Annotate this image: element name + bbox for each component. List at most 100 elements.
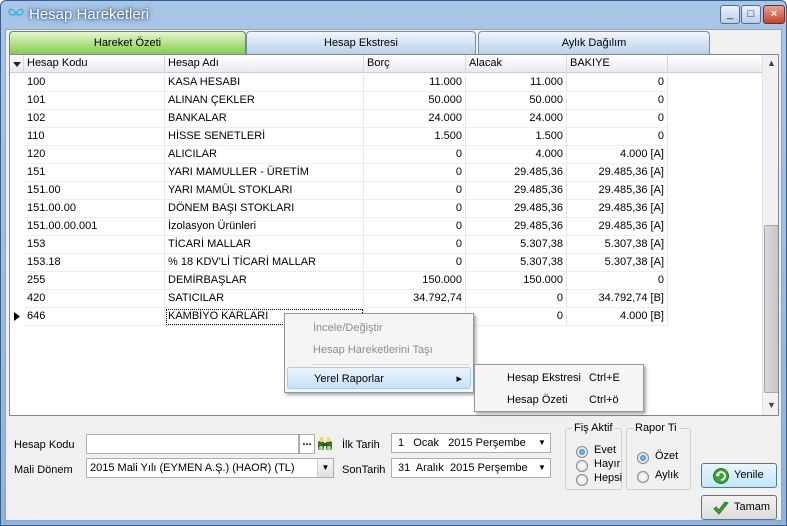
column-header-alacak[interactable]: Alacak (466, 55, 567, 73)
cell-alacak[interactable]: 29.485,36 (466, 164, 567, 182)
cell-borc[interactable]: 0 (364, 182, 466, 200)
cell-alacak[interactable]: 4.000 (466, 146, 567, 164)
cell-borc[interactable]: 0 (364, 254, 466, 272)
cell-hesap-adi[interactable]: YARI MAMÜL STOKLARI (165, 182, 364, 200)
cell-hesap-kodu[interactable]: 101 (24, 92, 165, 110)
cell-hesap-kodu[interactable]: 420 (24, 290, 165, 308)
table-row[interactable]: 153 TİCARİ MALLAR 0 5.307,38 5.307,38 [A] (10, 236, 668, 254)
titlebar[interactable]: Hesap Hareketleri _ □ × (1, 1, 786, 29)
chevron-down-icon[interactable]: ▼ (534, 434, 550, 452)
cell-bakiye[interactable]: 29.485,36 [A] (567, 200, 668, 218)
cell-hesap-adi[interactable]: YARI MAMULLER - ÜRETİM (165, 164, 364, 182)
cell-alacak[interactable]: 0 (466, 308, 567, 326)
cell-hesap-adi[interactable]: HİSSE SENETLERİ (165, 128, 364, 146)
cell-borc[interactable]: 0 (364, 200, 466, 218)
cell-bakiye[interactable]: 5.307,38 [A] (567, 254, 668, 272)
cell-hesap-adi[interactable]: SATICILAR (165, 290, 364, 308)
radio-hepsi[interactable] (576, 474, 588, 486)
cell-bakiye[interactable]: 4.000 [A] (567, 146, 668, 164)
column-header-bakiye[interactable]: BAKIYE (567, 55, 668, 73)
cell-hesap-adi[interactable]: DÖNEM BAŞI STOKLARI (165, 200, 364, 218)
cell-borc[interactable]: 150.000 (364, 272, 466, 290)
scroll-up-arrow-icon[interactable]: ▲ (763, 55, 778, 72)
radio-hayir[interactable] (576, 460, 588, 472)
cell-alacak[interactable]: 50.000 (466, 92, 567, 110)
radio-evet[interactable] (576, 446, 588, 458)
menu-item-yerel-raporlar[interactable]: Yerel Raporlar ▸ (287, 367, 471, 389)
vertical-scrollbar[interactable]: ▲ ▼ (762, 55, 778, 415)
cell-bakiye[interactable]: 4.000 [B] (567, 308, 668, 326)
menu-item-hesap-ekstresi[interactable]: Hesap Ekstresi Ctrl+E (477, 367, 641, 389)
cell-alacak[interactable]: 5.307,38 (466, 236, 567, 254)
table-row[interactable]: 110 HİSSE SENETLERİ 1.500 1.500 0 (10, 128, 668, 146)
table-row[interactable]: 255 DEMİRBAŞLAR 150.000 150.000 0 (10, 272, 668, 290)
binoculars-icon[interactable] (316, 435, 334, 453)
table-row[interactable]: 151.00.00 DÖNEM BAŞI STOKLARI 0 29.485,36 29… (10, 200, 668, 218)
cell-alacak[interactable]: 1.500 (466, 128, 567, 146)
mali-donem-select[interactable]: 2015 Mali Yılı (EYMEN A.Ş.) (HAOR) (TL) … (86, 458, 334, 478)
cell-hesap-kodu[interactable]: 151.00 (24, 182, 165, 200)
cell-hesap-kodu[interactable]: 110 (24, 128, 165, 146)
tab-hareket-ozeti[interactable]: Hareket Özeti (9, 31, 246, 54)
cell-hesap-kodu[interactable]: 151.00.00 (24, 200, 165, 218)
cell-hesap-kodu[interactable]: 151 (24, 164, 165, 182)
column-header-hesap-adi[interactable]: Hesap Adı (165, 55, 364, 73)
cell-hesap-kodu[interactable]: 120 (24, 146, 165, 164)
cell-bakiye[interactable]: 34.792,74 [B] (567, 290, 668, 308)
cell-bakiye[interactable]: 29.485,36 [A] (567, 182, 668, 200)
cell-borc[interactable]: 11.000 (364, 74, 466, 92)
cell-hesap-adi[interactable]: BANKALAR (165, 110, 364, 128)
table-row[interactable]: 151.00.00.001 İzolasyon Ürünleri 0 29.485,3… (10, 218, 668, 236)
column-chooser[interactable] (10, 55, 24, 73)
table-row[interactable]: 420 SATICILAR 34.792,74 0 34.792,74 [B] (10, 290, 668, 308)
cell-bakiye[interactable]: 0 (567, 272, 668, 290)
column-header-hesap-kodu[interactable]: Hesap Kodu (24, 55, 165, 73)
close-button[interactable]: × (763, 5, 785, 24)
radio-aylik[interactable] (637, 471, 649, 483)
cell-borc[interactable]: 0 (364, 236, 466, 254)
cell-hesap-adi[interactable]: % 18 KDV'Lİ TİCARİ MALLAR (165, 254, 364, 272)
cell-hesap-kodu[interactable]: 646 (24, 308, 165, 326)
table-row[interactable]: 100 KASA HESABI 11.000 11.000 0 (10, 74, 668, 92)
radio-ozet[interactable] (637, 452, 649, 464)
cell-borc[interactable]: 0 (364, 218, 466, 236)
cell-borc[interactable]: 24.000 (364, 110, 466, 128)
cell-hesap-adi[interactable]: ALICILAR (165, 146, 364, 164)
tab-aylik-dagilim[interactable]: Aylık Dağılım (478, 31, 710, 54)
cell-alacak[interactable]: 5.307,38 (466, 254, 567, 272)
chevron-down-icon[interactable]: ▼ (534, 459, 550, 477)
tab-hesap-ekstresi[interactable]: Hesap Ekstresi (246, 31, 476, 54)
table-row[interactable]: 151 YARI MAMULLER - ÜRETİM 0 29.485,36 29.48… (10, 164, 668, 182)
cell-alacak[interactable]: 11.000 (466, 74, 567, 92)
cell-bakiye[interactable]: 29.485,36 [A] (567, 164, 668, 182)
cell-alacak[interactable]: 29.485,36 (466, 218, 567, 236)
cell-borc[interactable]: 34.792,74 (364, 290, 466, 308)
cell-borc[interactable]: 0 (364, 146, 466, 164)
cell-hesap-kodu[interactable]: 151.00.00.001 (24, 218, 165, 236)
column-header-borc[interactable]: Borç (364, 55, 466, 73)
cell-alacak[interactable]: 29.485,36 (466, 182, 567, 200)
cell-hesap-adi[interactable]: DEMİRBAŞLAR (165, 272, 364, 290)
cell-bakiye[interactable]: 0 (567, 74, 668, 92)
cell-hesap-adi[interactable]: TİCARİ MALLAR (165, 236, 364, 254)
cell-hesap-kodu[interactable]: 255 (24, 272, 165, 290)
tamam-button[interactable]: Tamam (701, 495, 777, 520)
cell-borc[interactable]: 50.000 (364, 92, 466, 110)
menu-item-incele-degistir[interactable]: İncele/Değiştir (287, 317, 471, 339)
table-row[interactable]: 153.18% 18 KDV'Lİ TİCARİ MALLAR 0 5.307,38… (10, 254, 668, 272)
table-row[interactable]: 101 ALINAN ÇEKLER 50.000 50.000 0 (10, 92, 668, 110)
cell-bakiye[interactable]: 0 (567, 110, 668, 128)
scroll-thumb[interactable] (764, 225, 778, 393)
cell-hesap-adi[interactable]: KASA HESABI (165, 74, 364, 92)
cell-alacak[interactable]: 0 (466, 290, 567, 308)
yenile-button[interactable]: Yenile (701, 463, 777, 488)
menu-item-hesap-ozeti[interactable]: Hesap Özeti Ctrl+ö (477, 389, 641, 411)
cell-borc[interactable]: 1.500 (364, 128, 466, 146)
ilk-tarih-picker[interactable]: 1 Ocak 2015 Perşembe ▼ (391, 433, 551, 453)
cell-hesap-kodu[interactable]: 153.18 (24, 254, 165, 272)
cell-alacak[interactable]: 29.485,36 (466, 200, 567, 218)
cell-hesap-kodu[interactable]: 100 (24, 74, 165, 92)
table-row[interactable]: 151.00 YARI MAMÜL STOKLARI 0 29.485,36 29.48… (10, 182, 668, 200)
table-row[interactable]: 120 ALICILAR 0 4.000 4.000 [A] (10, 146, 668, 164)
chevron-down-icon[interactable]: ▼ (317, 459, 333, 477)
